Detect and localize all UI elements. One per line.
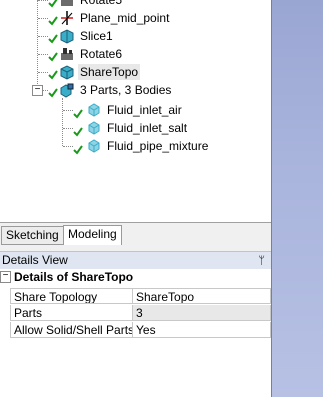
collapse-toggle[interactable]: − [32, 85, 43, 96]
property-name: Allow Solid/Shell Parts [10, 322, 133, 338]
property-name: Share Topology [10, 288, 133, 304]
body-icon [88, 139, 100, 153]
details-row-share-topology[interactable]: Share Topology ShareTopo [0, 288, 271, 305]
check-icon [48, 34, 58, 44]
details-row-allow-solid-shell[interactable]: Allow Solid/Shell Parts Yes [0, 322, 271, 339]
check-icon [73, 109, 83, 119]
tree-item-label: Slice1 [80, 29, 113, 43]
parts-icon [60, 83, 74, 98]
tree-item-rotate6[interactable]: Rotate6 [0, 45, 271, 63]
tab-sketching[interactable]: Sketching [1, 226, 64, 245]
group-toggle-symbol: − [2, 270, 9, 281]
details-group-title: Details of ShareTopo [14, 270, 134, 284]
property-value[interactable]: ShareTopo [133, 288, 271, 304]
tree-item-label: Rotate5 [80, 0, 123, 7]
pin-icon[interactable]: ᛘ [258, 253, 265, 270]
tree-item-label: ShareTopo [78, 64, 141, 80]
slice-icon [60, 29, 74, 44]
check-icon [73, 145, 83, 155]
body-icon [88, 121, 100, 135]
tree-item-fluid-inlet-salt[interactable]: Fluid_inlet_salt [0, 119, 271, 137]
tree-item-sharetopo[interactable]: ShareTopo [0, 63, 271, 81]
collapse-symbol: − [34, 84, 41, 95]
check-icon [48, 52, 58, 62]
check-icon [73, 127, 83, 137]
property-value: 3 [133, 305, 271, 321]
check-icon [48, 88, 58, 98]
model-tree: Rotate5 Plane_mid_point Slice1 Rotate6 S… [0, 0, 271, 222]
details-view-header: Details View ᛘ [0, 251, 271, 270]
check-icon [48, 16, 58, 26]
rotate-icon [61, 0, 73, 6]
rotate-icon [61, 48, 73, 60]
check-icon [48, 0, 58, 8]
tree-item-label: Plane_mid_point [80, 11, 170, 25]
group-toggle[interactable]: − [0, 271, 11, 283]
tree-item-label: Fluid_inlet_salt [107, 121, 188, 135]
check-icon [48, 70, 58, 80]
tab-label: Modeling [68, 227, 117, 241]
tree-item-rotate5[interactable]: Rotate5 [0, 0, 271, 9]
tree-item-label: Fluid_pipe_mixture [107, 139, 209, 153]
details-table: − Details of ShareTopo Share Topology Sh… [0, 269, 271, 397]
tree-item-label: Rotate6 [80, 47, 123, 61]
tree-item-label: 3 Parts, 3 Bodies [80, 83, 172, 97]
tab-modeling[interactable]: Modeling [63, 225, 122, 245]
tree-item-fluid-pipe-mixture[interactable]: Fluid_pipe_mixture [0, 137, 271, 155]
details-row-parts[interactable]: Parts 3 [0, 305, 271, 322]
graphics-viewport[interactable] [272, 0, 323, 397]
tree-item-fluid-inlet-air[interactable]: Fluid_inlet_air [0, 101, 271, 119]
tree-item-slice1[interactable]: Slice1 [0, 27, 271, 45]
details-view-title: Details View [2, 253, 68, 267]
tab-strip: Sketching Modeling [0, 222, 271, 245]
body-icon [88, 103, 100, 117]
tree-item-plane-mid-point[interactable]: Plane_mid_point [0, 9, 271, 27]
details-group-header[interactable]: − Details of ShareTopo [0, 269, 271, 286]
tree-item-parts-bodies[interactable]: − 3 Parts, 3 Bodies [0, 81, 271, 99]
property-value[interactable]: Yes [133, 322, 271, 338]
tab-label: Sketching [6, 228, 59, 242]
property-name: Parts [10, 305, 133, 321]
plane-icon [61, 11, 73, 25]
tree-item-label: Fluid_inlet_air [107, 103, 182, 117]
share-topology-icon [60, 65, 74, 80]
